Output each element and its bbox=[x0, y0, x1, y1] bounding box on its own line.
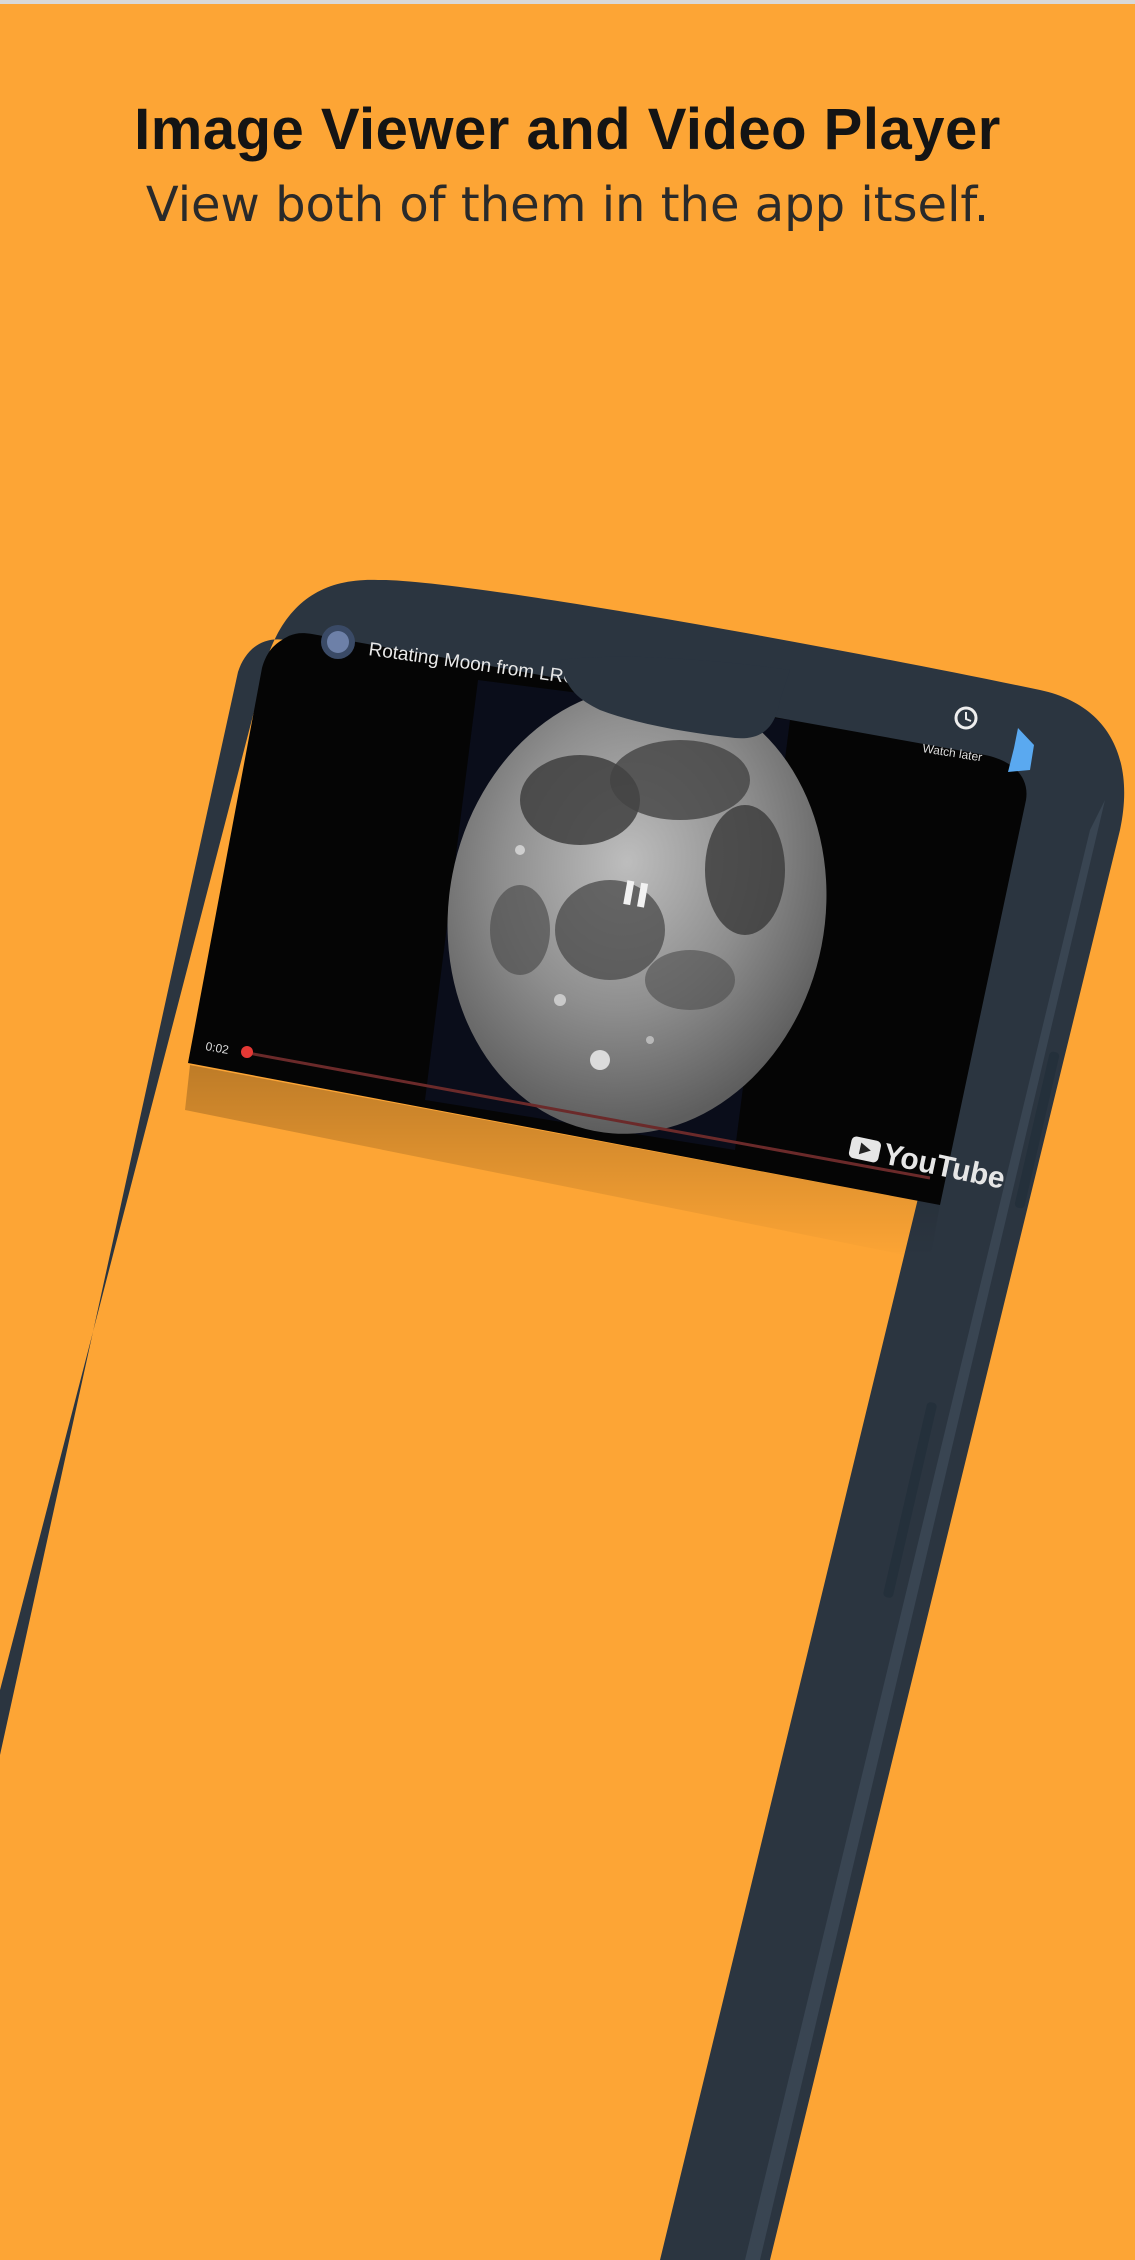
channel-avatar-icon[interactable] bbox=[321, 625, 355, 659]
progress-scrubber[interactable] bbox=[241, 1046, 253, 1058]
phone-mockup: Rotating Moon from LRO Watch later 0:02 … bbox=[0, 0, 1135, 2260]
